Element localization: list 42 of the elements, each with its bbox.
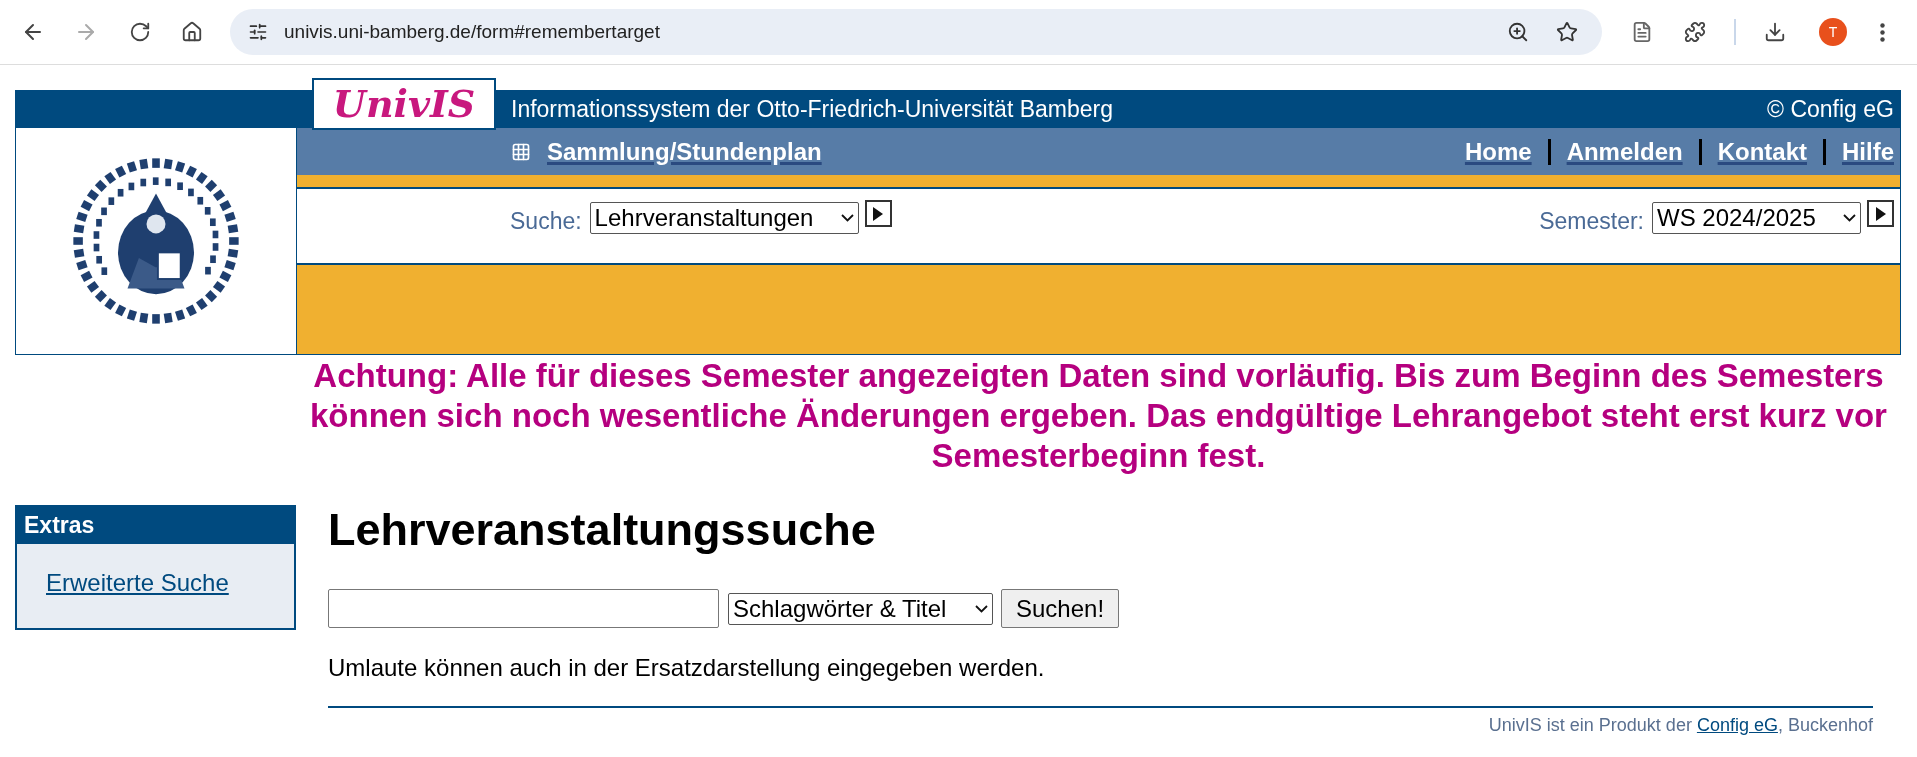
document-icon (1631, 21, 1653, 43)
univis-logo[interactable]: UnivIS (312, 77, 496, 130)
extensions-icon (1684, 21, 1706, 43)
play-icon (1874, 205, 1887, 222)
nav-link[interactable]: Hilfe (1842, 133, 1894, 170)
menu-icon[interactable] (1880, 22, 1885, 42)
site-title: Informationssystem der Otto-Friedrich-Universität Bamberg (511, 95, 1114, 125)
footer-text: UnivIS ist ein Produkt der Config eG, Buckenhof (1488, 714, 1873, 737)
extras-title: Extras (24, 511, 95, 541)
nav-link[interactable]: Kontakt (1717, 133, 1807, 170)
hint-text: Umlaute können auch in der Ersatzdarstellung eingegeben werden. (328, 653, 1045, 683)
go-button[interactable] (1867, 200, 1894, 227)
chevron-down-icon (1843, 214, 1856, 222)
download-icon (1764, 21, 1786, 43)
page-heading: Lehrveranstaltungssuche (328, 505, 876, 555)
address-bar[interactable]: univis.uni-bamberg.de/form#remembertarget (230, 9, 1602, 55)
search-field[interactable] (328, 589, 719, 628)
semester-select[interactable]: WS 2024/2025 (1652, 202, 1861, 234)
search-label: Suche: (510, 207, 582, 236)
collection-link[interactable]: Sammlung/Stundenplan (547, 133, 822, 170)
footer-link[interactable]: Config eG (1696, 715, 1778, 735)
semester-label: Semester: (1539, 207, 1644, 236)
search-button[interactable]: Suchen! (1001, 589, 1120, 628)
bookmark-star-icon (1556, 21, 1578, 43)
sidebar-link[interactable]: Erweiterte Suche (46, 565, 229, 601)
chevron-down-icon (975, 604, 988, 613)
profile-avatar[interactable]: T (1819, 18, 1847, 46)
nav-link[interactable]: Anmelden (1566, 133, 1683, 170)
site-settings-icon (248, 22, 268, 42)
chevron-down-icon (840, 214, 854, 222)
search-type-select[interactable]: Lehrveranstaltungen (589, 202, 859, 234)
go-button[interactable] (864, 200, 892, 227)
reload-button[interactable] (129, 21, 151, 43)
copyright-text: © Config eG (1767, 95, 1894, 125)
url-text: univis.uni-bamberg.de/form#remembertarget (284, 19, 660, 44)
nav-link[interactable]: Home (1464, 133, 1532, 170)
grid-icon (511, 141, 531, 162)
search-scope-select[interactable]: Schlagwörter & Titel (728, 592, 993, 625)
home-button[interactable] (181, 21, 203, 43)
warning-text: Achtung: Alle für dieses Semester angezeigten Daten sind vorläufig. Bis zum Beginn des Semesters können sich noch wesentliche Änderungen ergeben. Das endgültige Lehrangebot steht erst kurz vor Semesterbeginn fest. (309, 356, 1888, 476)
zoom-icon (1507, 21, 1529, 43)
play-icon (872, 205, 885, 222)
